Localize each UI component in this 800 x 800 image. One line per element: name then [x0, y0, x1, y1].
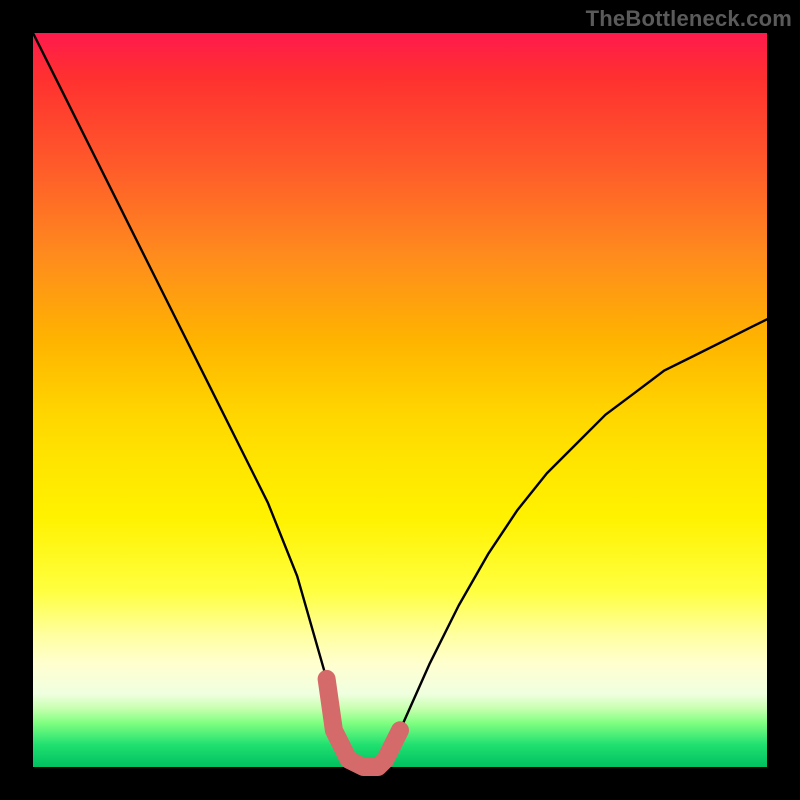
- chart-svg: [33, 33, 767, 767]
- bottleneck-curve: [33, 33, 767, 767]
- watermark-text: TheBottleneck.com: [586, 6, 792, 32]
- chart-frame: TheBottleneck.com: [0, 0, 800, 800]
- chart-plot-area: [33, 33, 767, 767]
- valley-highlight: [327, 679, 400, 767]
